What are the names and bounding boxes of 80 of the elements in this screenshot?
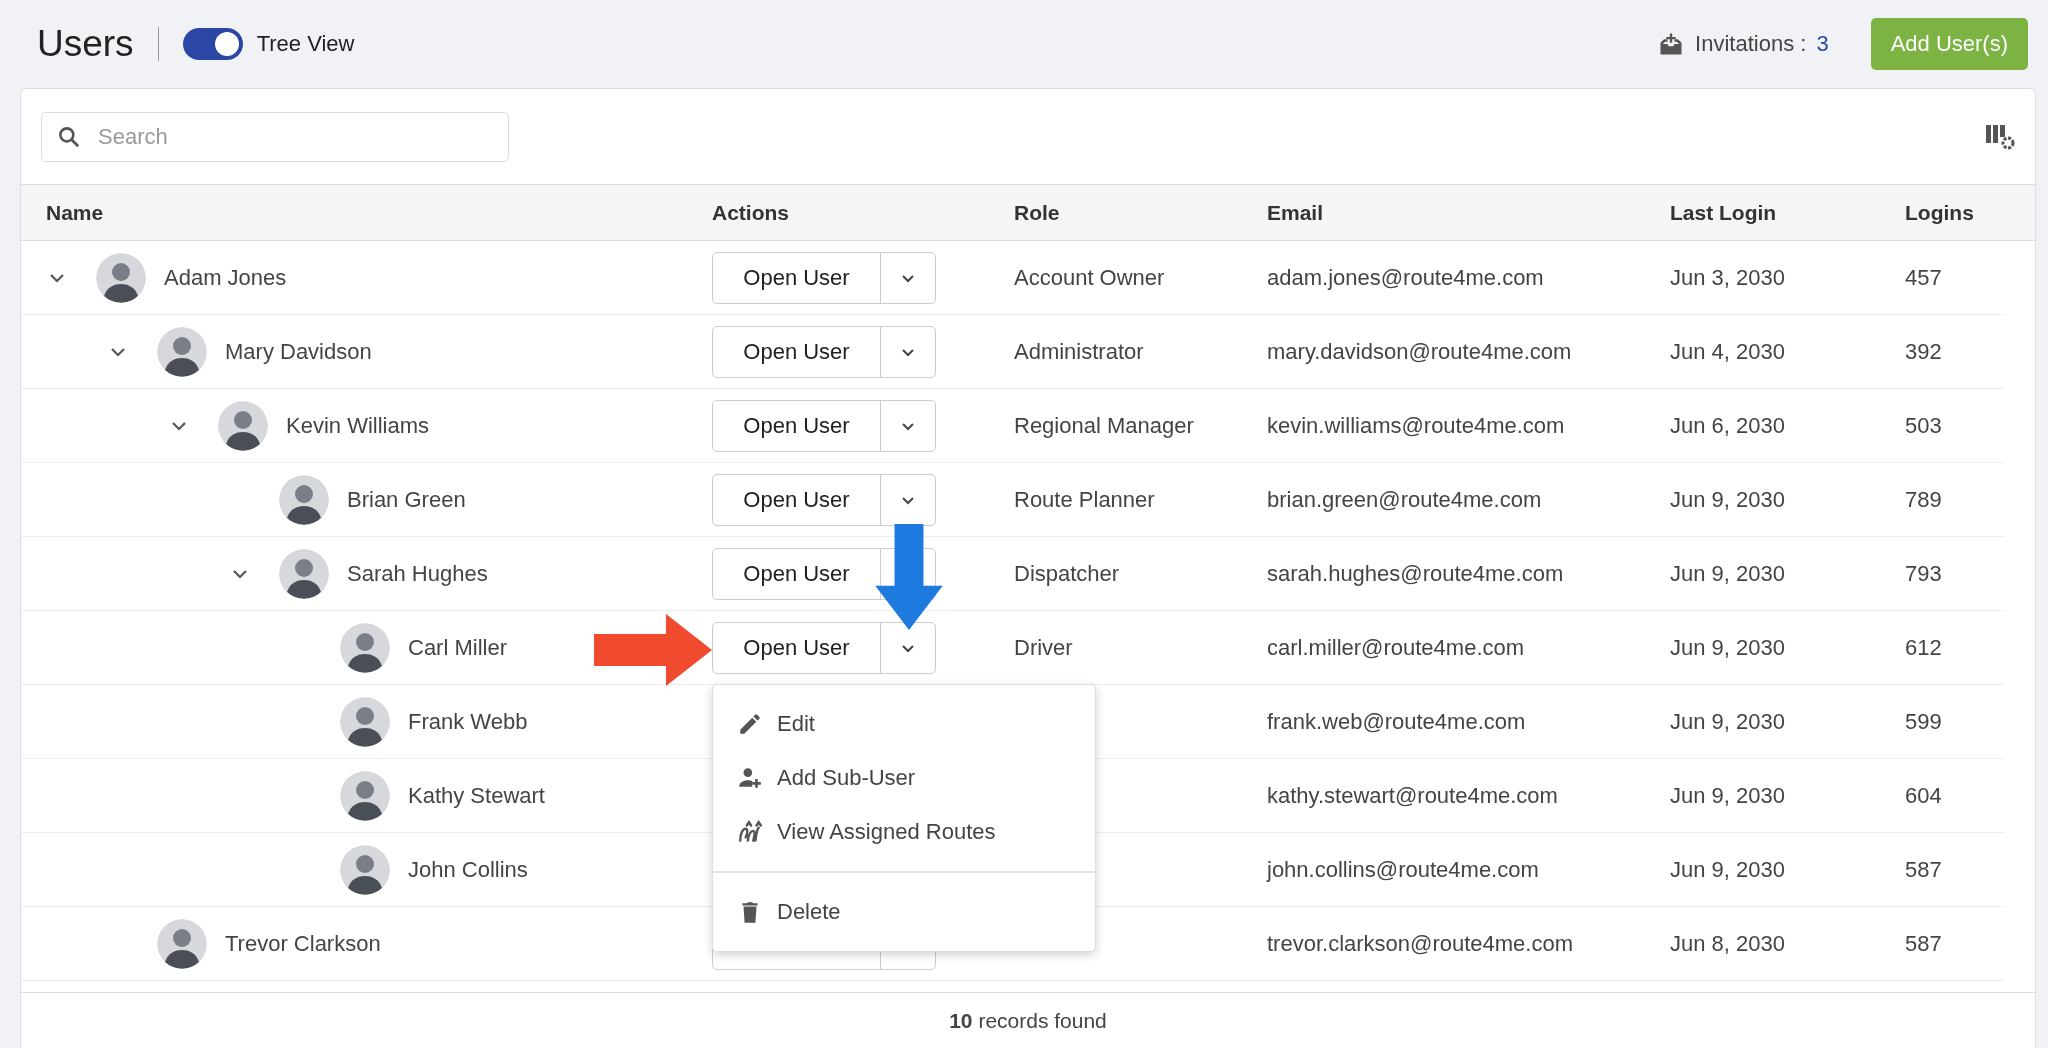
column-header[interactable]: Role [1014,200,1267,225]
avatar-icon [340,844,390,895]
email-cell-text: adam.jones@route4me.com [1267,264,1545,291]
records-count: 10 records found [949,1009,1107,1033]
open-user-button[interactable]: Open User [713,400,881,451]
open-user-button[interactable]: Open User [713,474,881,525]
email-cell-text: kathy.stewart@route4me.com [1267,782,1559,809]
column-header[interactable]: Actions [712,200,1014,225]
invitations-label[interactable]: Invitations : [1695,31,1807,57]
menu-item[interactable]: View Assigned Routes [713,804,1095,859]
column-header[interactable]: Logins [1905,200,2005,225]
email-cell-text: kevin.williams@route4me.com [1267,412,1566,439]
avatar-icon [218,400,268,451]
menu-item[interactable]: Delete [713,884,1095,939]
role-cell-text: Dispatcher [1014,560,1121,587]
search-field[interactable]: Search [41,111,509,162]
email-cell-text: mary.davidson@route4me.com [1267,338,1573,365]
avatar-icon [279,474,329,525]
email-cell-text: carl.miller@route4me.com [1267,634,1526,661]
user-name: Kevin Williams [286,412,430,439]
logins-cell-text: 599 [1905,708,1943,735]
open-user-button[interactable]: Open User [713,622,881,673]
logins-cell-text: 503 [1905,412,1943,439]
page-title: Users [37,23,134,65]
avatar-icon [340,696,390,747]
invitations-count[interactable]: 3 [1816,31,1829,57]
logins-cell-text: 587 [1905,856,1943,883]
logins-cell-text: 587 [1905,930,1943,957]
role-cell-text: Route Planner [1014,486,1156,513]
avatar-icon [157,918,207,969]
logins-cell-text: 392 [1905,338,1943,365]
role-cell-text: Regional Manager [1014,412,1195,439]
email-cell-text: sarah.hughes@route4me.com [1267,560,1565,587]
email-cell-text: john.collins@route4me.com [1267,856,1540,883]
last-login-cell-text: Jun 6, 2030 [1670,412,1786,439]
user-name: Brian Green [347,486,466,513]
user-name: John Collins [408,856,528,883]
column-header[interactable]: Email [1267,200,1670,225]
open-user-button[interactable]: Open User [713,252,881,303]
avatar-icon [340,622,390,673]
last-login-cell-text: Jun 3, 2030 [1670,264,1786,291]
routes-icon [737,818,763,845]
toggle-label: Tree View [256,31,355,57]
column-header[interactable]: Name [46,200,712,225]
avatar-icon [279,548,329,599]
tree-view-toggle[interactable] [182,28,243,60]
avatar-icon [340,770,390,821]
user-name: Kathy Stewart [408,782,545,809]
menu-item[interactable]: Add Sub-User [713,750,1095,805]
menu-item[interactable]: Edit [713,696,1095,751]
user-name: Adam Jones [164,264,287,291]
logins-cell-text: 789 [1905,486,1943,513]
avatar-icon [96,252,146,303]
avatar-icon [157,326,207,377]
last-login-cell-text: Jun 9, 2030 [1670,782,1786,809]
last-login-cell-text: Jun 9, 2030 [1670,708,1786,735]
user-name: Sarah Hughes [347,560,488,587]
logins-cell-text: 793 [1905,560,1943,587]
column-header[interactable]: Last Login [1670,200,1905,225]
last-login-cell-text: Jun 9, 2030 [1670,856,1786,883]
last-login-cell-text: Jun 9, 2030 [1670,634,1786,661]
last-login-cell-text: Jun 9, 2030 [1670,486,1786,513]
email-cell-text: frank.web@route4me.com [1267,708,1527,735]
column-settings-icon[interactable] [1985,122,2015,151]
email-cell-text: brian.green@route4me.com [1267,486,1543,513]
logins-cell-text: 612 [1905,634,1943,661]
user-name: Frank Webb [408,708,528,735]
open-user-button[interactable]: Open User [713,326,881,377]
role-cell-text: Administrator [1014,338,1145,365]
user-name: Carl Miller [408,634,507,661]
role-cell-text: Driver [1014,634,1074,661]
email-cell-text: trevor.clarkson@route4me.com [1267,930,1574,957]
user-name: Trevor Clarkson [225,930,381,957]
last-login-cell-text: Jun 4, 2030 [1670,338,1786,365]
logins-cell-text: 604 [1905,782,1943,809]
role-cell-text: Account Owner [1014,264,1166,291]
last-login-cell-text: Jun 8, 2030 [1670,930,1786,957]
user-name: Mary Davidson [225,338,372,365]
logins-cell-text: 457 [1905,264,1943,291]
last-login-cell-text: Jun 9, 2030 [1670,560,1786,587]
